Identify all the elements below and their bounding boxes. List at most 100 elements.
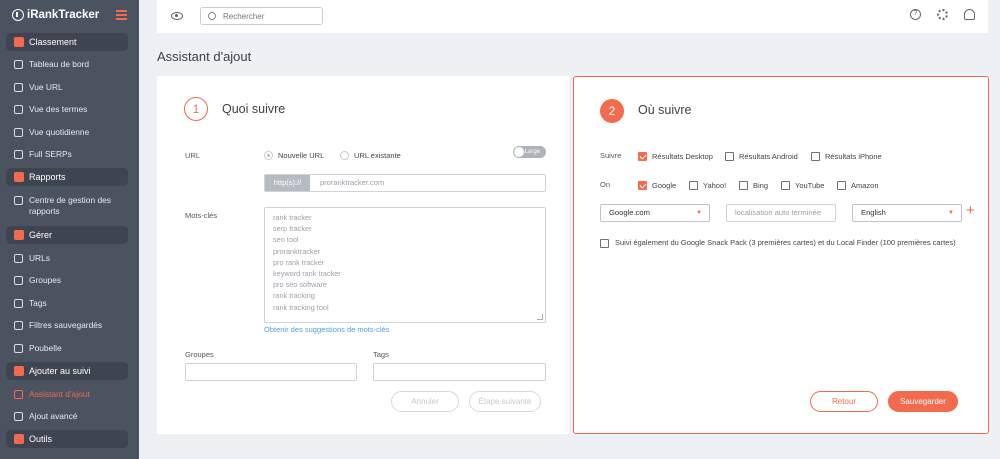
section-label: Classement [29,37,77,47]
language-select[interactable]: English ▼ [852,204,962,222]
section-label: Outils [29,434,53,444]
sidebar-item-label: Assistant d'ajout [29,389,90,399]
section-label: Ajouter au suivi [29,366,91,376]
sidebar-item-label: Poubelle [29,343,62,353]
checkbox-android-label[interactable]: Résultats Android [739,152,798,161]
select-value: English [861,208,886,217]
keyword-line: serp tracker [273,224,312,234]
chevron-down-icon: ▼ [696,210,702,216]
url-field[interactable]: http(s):// proranktracker.com [264,174,546,192]
sidebar-item-label: URLs [29,253,50,263]
sidebar-item-label: Ajout avancé [29,411,78,421]
groups-input[interactable] [185,363,357,381]
location-placeholder: localisation auto terminée [735,208,822,217]
keyword-suggestions-link[interactable]: Obtenir des suggestions de mots-clés [264,325,389,334]
next-step-button[interactable]: Étape suivante [469,391,541,412]
filter-icon [14,321,23,330]
checkbox-amazon[interactable] [837,181,846,190]
menu-icon[interactable] [116,10,127,23]
large-toggle[interactable]: Large [513,146,546,158]
page-title: Assistant d'ajout [157,49,252,64]
sidebar-item-groupes[interactable]: Groupes [14,275,134,286]
checkbox-bing-label[interactable]: Bing [753,181,768,190]
search-engine-select[interactable]: Google.com ▼ [600,204,710,222]
checkbox-yahoo-label[interactable]: Yahoo! [703,181,726,190]
search-icon [208,12,216,20]
radio-new-url-label[interactable]: Nouvelle URL [278,151,324,160]
sidebar-section-classement[interactable]: Classement [6,33,128,51]
checkbox-youtube-label[interactable]: YouTube [795,181,824,190]
plus-icon[interactable]: + [966,203,975,218]
sidebar-item-vue-quotidienne[interactable]: Vue quotidienne [14,127,134,138]
tags-label: Tags [373,350,389,359]
sidebar-item-ajout-avance[interactable]: Ajout avancé [14,411,134,422]
step1-title: Quoi suivre [222,102,286,116]
sidebar-item-label: Vue URL [29,82,63,92]
track-label: Suivre [600,151,622,160]
link-icon [14,254,23,263]
radio-new-url[interactable] [264,151,273,160]
help-icon[interactable]: ? [910,9,921,20]
step2-title: Où suivre [638,103,692,117]
sidebar-item-vue-termes[interactable]: Vue des termes [14,104,134,115]
sidebar-section-rapports[interactable]: Rapports [6,168,128,186]
gear-icon[interactable] [937,9,948,20]
checkbox-youtube[interactable] [781,181,790,190]
sidebar-section-outils[interactable]: Outils [6,430,128,448]
checkbox-iphone[interactable] [811,152,820,161]
checkbox-android[interactable] [725,152,734,161]
save-button[interactable]: Sauvegarder [888,391,958,412]
sidebar-item-full-serps[interactable]: Full SERPs [14,149,134,160]
checkbox-google[interactable] [638,181,647,190]
keyword-line: rank tracker [273,213,312,222]
sidebar-item-label: Tags [29,298,47,308]
sidebar-item-vue-url[interactable]: Vue URL [14,82,134,93]
sidebar-item-assistant-ajout[interactable]: Assistant d'ajout [14,389,134,400]
snack-pack-label[interactable]: Suivi également du Google Snack Pack (3 … [615,238,975,247]
checkbox-amazon-label[interactable]: Amazon [851,181,879,190]
keyword-line: rank tracking tool [273,302,329,312]
checkbox-yahoo[interactable] [689,181,698,190]
checkbox-desktop-label[interactable]: Résultats Desktop [652,152,713,161]
location-input[interactable]: localisation auto terminée [726,204,836,222]
tags-input[interactable] [373,363,546,381]
serp-icon [14,150,23,159]
sidebar-item-poubelle[interactable]: Poubelle [14,343,134,354]
sidebar-item-centre-rapports[interactable]: Centre de gestion des rapports [14,195,122,217]
back-button[interactable]: Retour [810,391,878,412]
cancel-button[interactable]: Annuler [391,391,459,412]
checkbox-google-label[interactable]: Google [652,181,676,190]
section-label: Gérer [29,230,53,240]
app-logo[interactable]: i RankTracker [12,7,99,23]
checkbox-iphone-label[interactable]: Résultats iPhone [825,152,882,161]
sidebar-section-gerer[interactable]: Gérer [6,226,128,244]
radio-existing-url[interactable] [340,151,349,160]
reports-icon [14,172,24,182]
advanced-add-icon [14,412,23,421]
wizard-icon [14,390,23,399]
link-icon [14,83,23,92]
select-value: Google.com [609,208,650,217]
sidebar-item-label: Tableau de bord [29,59,90,69]
sidebar-item-label: Centre de gestion des rapports [29,195,111,216]
radio-existing-url-label[interactable]: URL existante [354,151,401,160]
section-label: Rapports [29,172,66,182]
document-icon [14,196,23,205]
sidebar-item-label: Filtres sauvegardés [29,320,103,330]
protocol-prefix: http(s):// [265,175,310,191]
search-input[interactable] [200,7,323,25]
sidebar-item-filtres[interactable]: Filtres sauvegardés [14,320,134,331]
checkbox-snack-pack[interactable] [600,239,609,248]
sidebar-item-urls[interactable]: URLs [14,253,134,264]
checkbox-bing[interactable] [739,181,748,190]
sidebar-item-tableau-de-bord[interactable]: Tableau de bord [14,59,134,70]
user-icon[interactable] [964,9,975,20]
keywords-textarea[interactable]: rank tracker serp tracker seo tool prora… [264,207,546,323]
eye-icon[interactable] [171,12,183,20]
sidebar-section-ajouter[interactable]: Ajouter au suivi [6,362,128,380]
sidebar-item-tags[interactable]: Tags [14,298,134,309]
checkbox-desktop[interactable] [638,152,647,161]
key-icon [14,105,23,114]
resize-handle-icon[interactable] [537,314,543,320]
step2-panel: 2 Où suivre Suivre Résultats Desktop Rés… [573,76,989,434]
